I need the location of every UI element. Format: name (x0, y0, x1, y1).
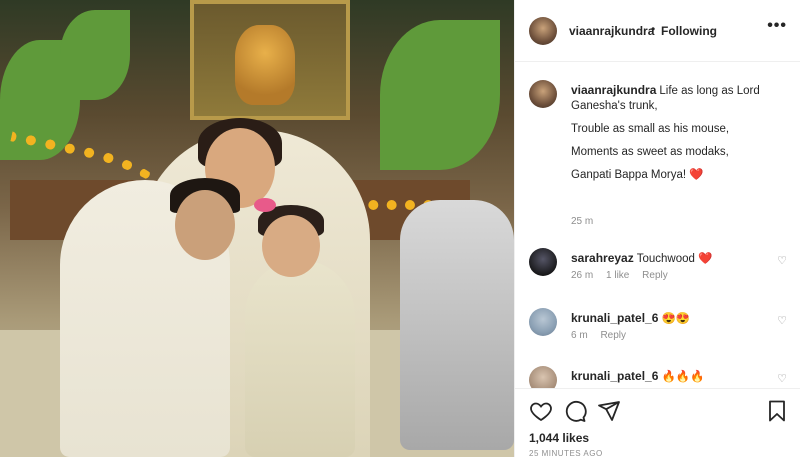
header-username[interactable]: viaanrajkundra (569, 24, 654, 38)
banana-leaf-right (380, 20, 500, 170)
comment-row: sarahreyaz Touchwood ❤️ 26 m 1 like Repl… (529, 248, 787, 284)
comment-like-icon[interactable]: ♡ (777, 254, 787, 267)
comment-body: 😍😍 (661, 313, 691, 325)
comment-text: sarahreyaz Touchwood ❤️ (571, 251, 712, 265)
girl-face (262, 215, 320, 277)
avatar[interactable] (529, 17, 557, 45)
pink-hair-bow (254, 198, 276, 212)
caption-avatar[interactable] (529, 80, 557, 108)
separator-dot: • (651, 22, 656, 36)
caption-line: Ganpati Bappa Morya! (571, 169, 687, 181)
banana-leaf-top (60, 10, 130, 100)
comment-time[interactable]: 6 m (571, 330, 588, 341)
comment-username[interactable]: krunali_patel_6 (571, 311, 658, 325)
ganesha-idol (235, 25, 295, 105)
post-header: viaanrajkundra • Following ••• (515, 0, 800, 62)
comment-row: krunali_patel_6 😍😍 6 m Reply ♡ (529, 308, 787, 344)
comment-body: 🔥🔥🔥 (661, 371, 705, 383)
comment-username[interactable]: sarahreyaz (571, 251, 634, 265)
comment-like-icon[interactable]: ♡ (777, 372, 787, 385)
more-icon[interactable]: ••• (767, 17, 787, 35)
post-side-panel: viaanrajkundra • Following ••• viaanrajk… (514, 0, 800, 458)
comment-time[interactable]: 26 m (571, 270, 593, 281)
heart-emoji: ❤️ (689, 169, 704, 181)
comment-body: Touchwood ❤️ (636, 253, 713, 265)
heart-icon[interactable] (529, 399, 553, 423)
caption-username[interactable]: viaanrajkundra (571, 83, 656, 97)
comment-meta: 26 m 1 like Reply (571, 270, 678, 281)
comment-likes[interactable]: 1 like (606, 270, 629, 281)
following-button[interactable]: Following (661, 24, 717, 38)
comment-icon[interactable] (563, 399, 587, 423)
reply-button[interactable]: Reply (642, 270, 668, 281)
comment-username[interactable]: krunali_patel_6 (571, 369, 658, 383)
girl-figure (245, 260, 355, 457)
comment-text: krunali_patel_6 😍😍 (571, 311, 690, 325)
commenter-avatar[interactable] (529, 248, 557, 276)
commenter-avatar[interactable] (529, 308, 557, 336)
comment-text: krunali_patel_6 🔥🔥🔥 (571, 369, 705, 383)
comment-meta: 6 m Reply (571, 330, 636, 341)
share-icon[interactable] (597, 399, 621, 423)
post-actions: 1,044 likes 25 minutes ago (515, 388, 800, 458)
likes-count[interactable]: 1,044 likes (529, 431, 589, 445)
caption-line: Trouble as small as his mouse, (571, 123, 730, 135)
caption-time[interactable]: 25 m (571, 216, 593, 227)
post-photo[interactable] (0, 0, 514, 457)
instagram-post: viaanrajkundra • Following ••• viaanrajk… (0, 0, 800, 458)
bookmark-icon[interactable] (765, 399, 789, 423)
caption-text: viaanrajkundra Life as long as Lord Ganes… (571, 83, 787, 191)
silver-elephant (400, 200, 514, 450)
reply-button[interactable]: Reply (600, 330, 626, 341)
boy-face (175, 190, 235, 260)
caption-line: Moments as sweet as modaks, (571, 146, 729, 158)
comment-like-icon[interactable]: ♡ (777, 314, 787, 327)
